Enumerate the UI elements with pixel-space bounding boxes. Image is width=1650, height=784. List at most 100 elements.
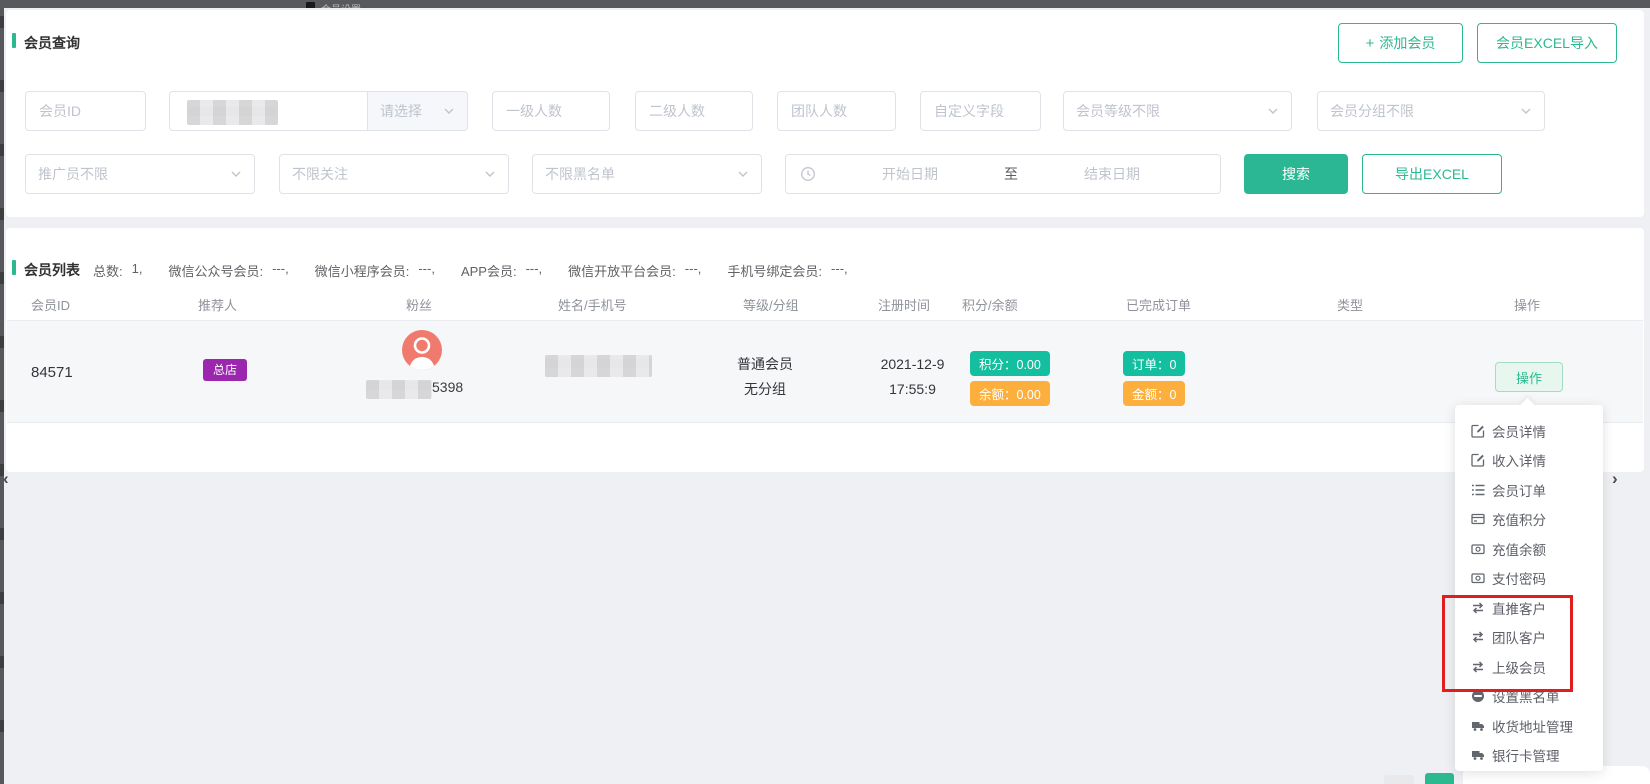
level1-count-input[interactable] <box>492 91 610 131</box>
left-sidebar-sliver <box>0 8 4 784</box>
date-start-placeholder[interactable]: 开始日期 <box>816 164 1004 184</box>
col-name-phone: 姓名/手机号 <box>558 295 627 314</box>
member-group: 无分组 <box>710 377 820 402</box>
add-member-button[interactable]: + 添加会员 <box>1338 23 1463 63</box>
col-level-group: 等级/分组 <box>743 295 799 314</box>
member-id-field-wrap <box>25 91 146 131</box>
minus-circle-icon <box>1471 689 1485 703</box>
excel-import-button[interactable]: 会员EXCEL导入 <box>1477 23 1617 63</box>
scroll-right-arrow[interactable]: › <box>1612 470 1618 487</box>
date-separator: 至 <box>1004 164 1018 184</box>
menu-item-team-customers[interactable]: 团队客户 <box>1455 623 1603 653</box>
pagination-prev-button[interactable] <box>1384 775 1414 784</box>
menu-item-member-orders[interactable]: 会员订单 <box>1455 475 1603 505</box>
redacted-name-phone <box>545 355 652 377</box>
list-icon <box>1471 483 1485 497</box>
date-range-picker[interactable]: 开始日期 至 结束日期 <box>785 154 1221 194</box>
redacted-keyword-value <box>187 100 278 125</box>
menu-item-bank-card[interactable]: 银行卡管理 <box>1455 741 1603 771</box>
member-id-input[interactable] <box>25 91 146 131</box>
section-accent-bar <box>12 33 16 48</box>
swap-icon <box>1471 660 1485 674</box>
sidebar-item-fragment: 会员设置 <box>300 0 390 8</box>
query-panel-title: 会员查询 <box>24 33 80 53</box>
level-group-cell: 普通会员 无分组 <box>710 352 820 402</box>
menu-item-upper-member[interactable]: 上级会员 <box>1455 652 1603 682</box>
register-time-cell: 2021-12-9 17:55:9 <box>865 352 960 402</box>
menu-item-recharge-points[interactable]: 充值积分 <box>1455 505 1603 535</box>
referrer-badge: 总店 <box>203 359 247 381</box>
banknote-icon <box>1471 542 1485 556</box>
menu-square-icon <box>306 2 315 8</box>
stat-total: 总数:1, <box>93 261 142 280</box>
custom-field-wrap <box>920 91 1041 131</box>
col-completed-orders: 已完成订单 <box>1126 295 1191 314</box>
orders-badge: 订单：0 <box>1123 351 1185 376</box>
edit-icon <box>1471 453 1485 467</box>
table-row[interactable] <box>7 320 1643 423</box>
menu-item-income-detail[interactable]: 收入详情 <box>1455 446 1603 476</box>
custom-field-input[interactable] <box>920 91 1041 131</box>
chevron-down-icon <box>1520 105 1532 117</box>
menu-item-recharge-balance[interactable]: 充值余额 <box>1455 534 1603 564</box>
swap-icon <box>1471 630 1485 644</box>
edit-icon <box>1471 424 1485 438</box>
member-group-select[interactable]: 会员分组不限 <box>1317 91 1545 131</box>
keyword-type-select[interactable]: 请选择 <box>367 91 468 131</box>
scroll-left-arrow[interactable]: ‹ <box>3 470 9 487</box>
card-icon <box>1471 512 1485 526</box>
bank-card-icon <box>1471 748 1485 762</box>
stat-phone-bound: 手机号绑定会员:---, <box>727 261 847 280</box>
date-end-placeholder[interactable]: 结束日期 <box>1018 164 1206 184</box>
plus-icon: + <box>1366 35 1375 52</box>
row-action-button[interactable]: 操作 <box>1495 362 1563 392</box>
col-fans: 粉丝 <box>406 295 432 314</box>
register-clock: 17:55:9 <box>865 377 960 402</box>
menu-item-shipping-address[interactable]: 收货地址管理 <box>1455 711 1603 741</box>
fan-avatar <box>402 330 442 370</box>
chevron-down-icon <box>443 105 455 117</box>
team-count-input[interactable] <box>777 91 896 131</box>
col-points-balance: 积分/余额 <box>962 295 1018 314</box>
redacted-fan-name <box>366 380 432 399</box>
amount-badge: 金额：0 <box>1123 381 1185 406</box>
swap-icon <box>1471 601 1485 615</box>
register-date: 2021-12-9 <box>865 352 960 377</box>
menu-item-set-blacklist[interactable]: 设置黑名单 <box>1455 682 1603 712</box>
level1-count-wrap <box>492 91 610 131</box>
promoter-select[interactable]: 推广员不限 <box>25 154 255 194</box>
chevron-down-icon <box>737 168 749 180</box>
stat-wechat-open: 微信开放平台会员:---, <box>568 261 701 280</box>
pagination-page-button[interactable] <box>1425 773 1454 784</box>
balance-badge: 余额：0.00 <box>970 381 1050 406</box>
col-actions: 操作 <box>1514 295 1540 314</box>
col-referrer: 推荐人 <box>198 295 237 314</box>
points-badge: 积分：0.00 <box>970 351 1050 376</box>
export-excel-button[interactable]: 导出EXCEL <box>1362 154 1502 194</box>
keyword-search-field[interactable] <box>169 91 367 131</box>
row-action-menu: 会员详情 收入详情 会员订单 充值积分 充值余额 支付密码 直推客户 团队客户 … <box>1455 405 1603 771</box>
col-type: 类型 <box>1337 295 1363 314</box>
search-button[interactable]: 搜索 <box>1244 154 1348 194</box>
add-member-label: 添加会员 <box>1379 33 1435 53</box>
menu-item-pay-password[interactable]: 支付密码 <box>1455 564 1603 594</box>
fan-name-remnant: 5398 <box>432 379 463 395</box>
col-register-time: 注册时间 <box>878 295 930 314</box>
chevron-down-icon <box>230 168 242 180</box>
level2-count-wrap <box>635 91 753 131</box>
member-level-select[interactable]: 会员等级不限 <box>1063 91 1292 131</box>
menu-item-direct-customers[interactable]: 直推客户 <box>1455 593 1603 623</box>
follow-select[interactable]: 不限关注 <box>279 154 509 194</box>
level2-count-input[interactable] <box>635 91 753 131</box>
stat-wechat-miniprogram: 微信小程序会员:---, <box>315 261 435 280</box>
person-icon <box>402 330 442 370</box>
col-member-id: 会员ID <box>31 295 70 314</box>
blacklist-select[interactable]: 不限黑名单 <box>532 154 762 194</box>
stat-wechat-official: 微信公众号会员:---, <box>168 261 288 280</box>
truck-icon <box>1471 719 1485 733</box>
chevron-down-icon <box>484 168 496 180</box>
team-count-wrap <box>777 91 896 131</box>
menu-item-member-detail[interactable]: 会员详情 <box>1455 416 1603 446</box>
member-id-value: 84571 <box>31 364 73 381</box>
chevron-down-icon <box>1267 105 1279 117</box>
